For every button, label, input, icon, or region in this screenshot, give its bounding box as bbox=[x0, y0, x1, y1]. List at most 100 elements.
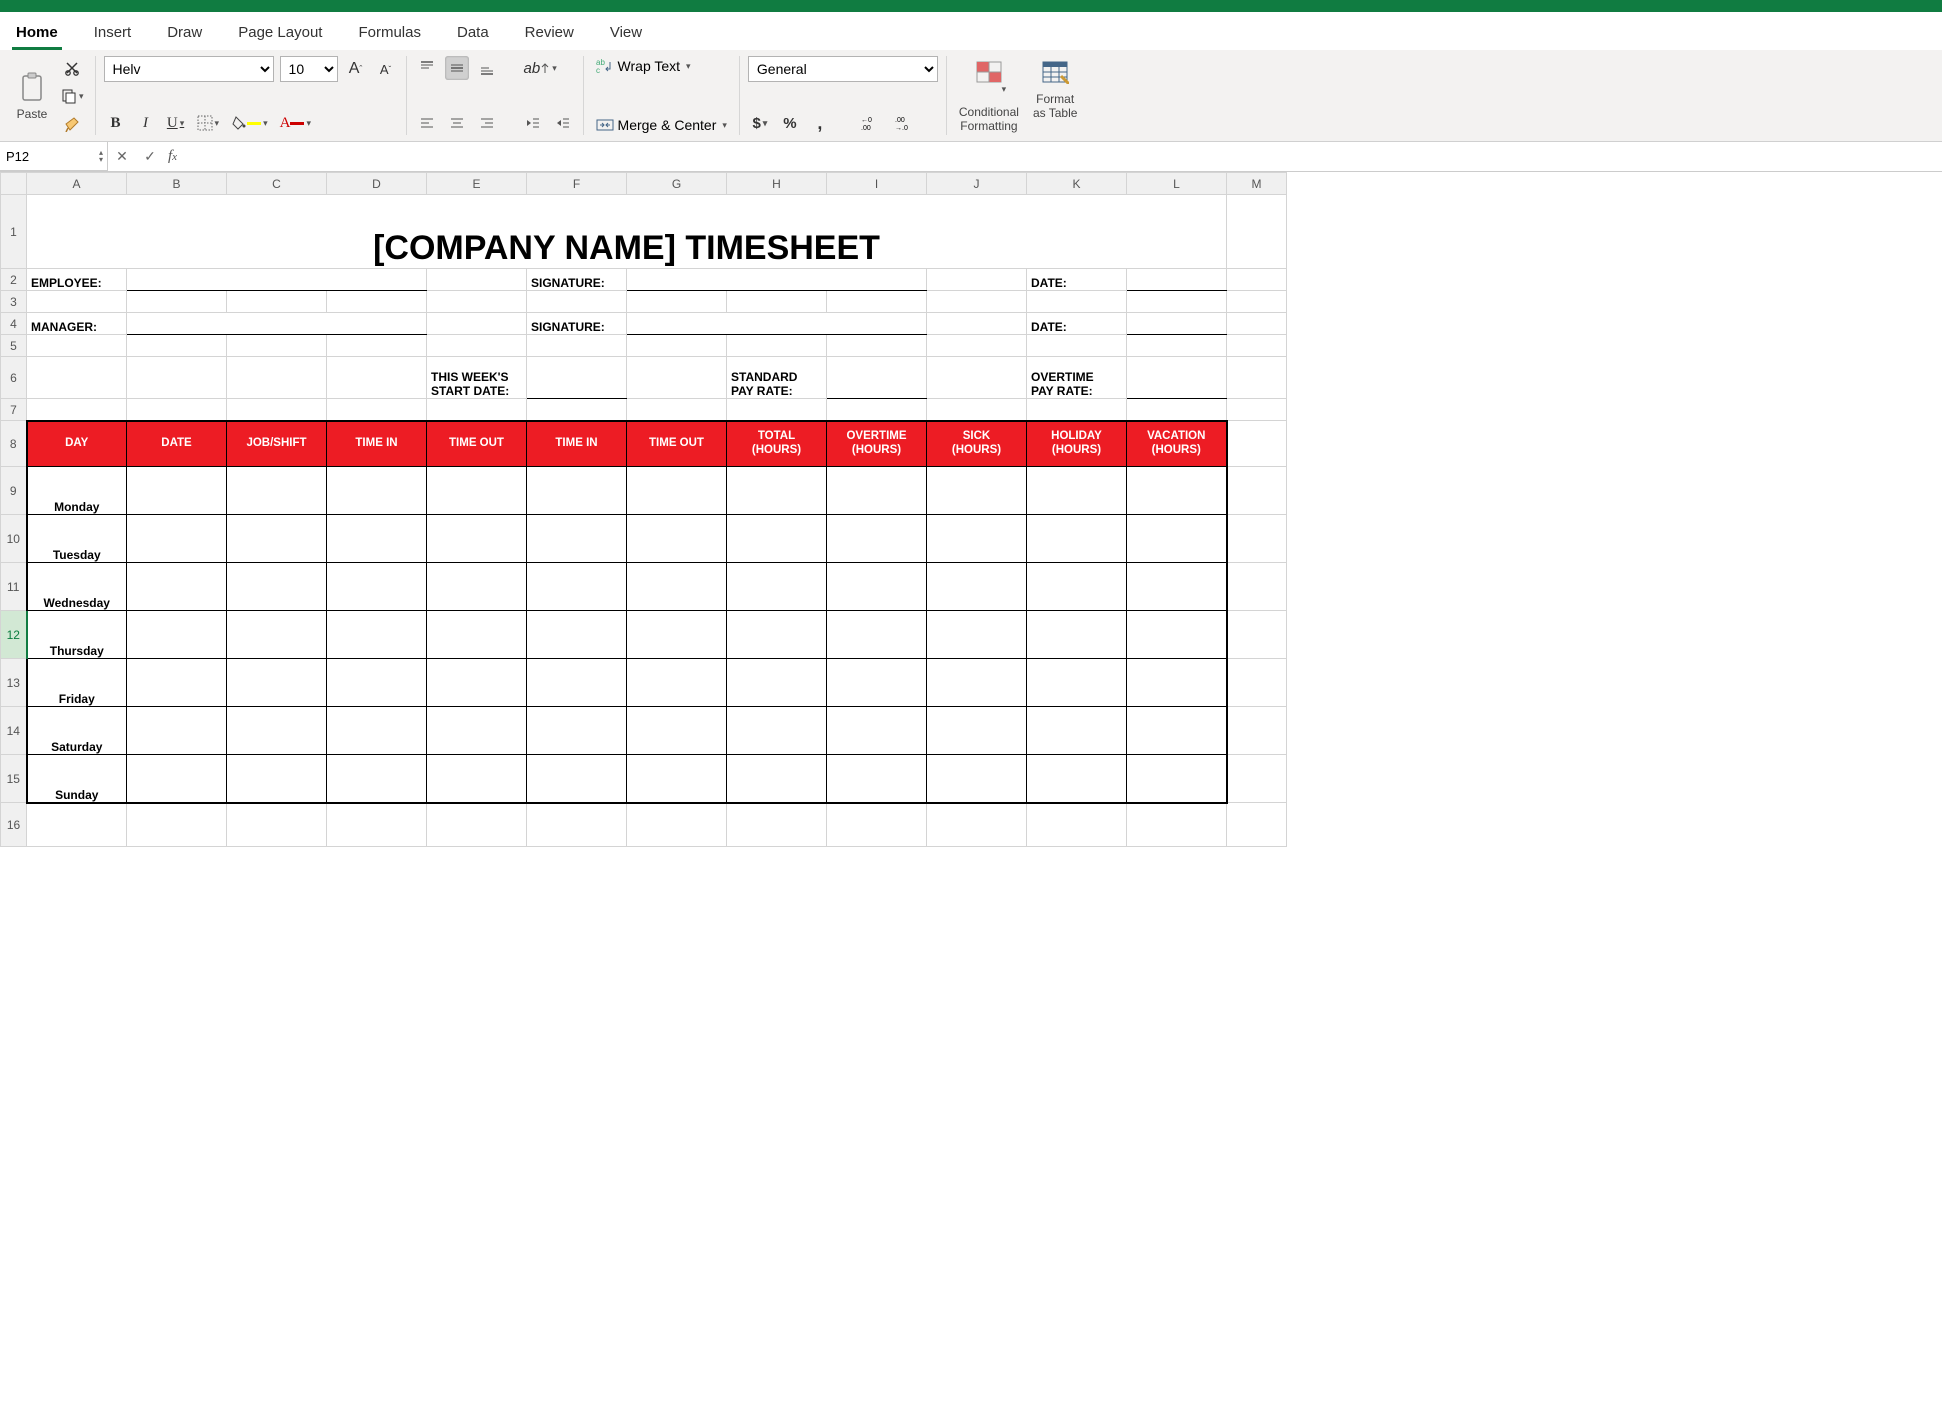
cell-r11-c6[interactable] bbox=[627, 563, 727, 611]
cell-r12-c6[interactable] bbox=[627, 611, 727, 659]
cell-r14-c11[interactable] bbox=[1127, 707, 1227, 755]
cell-r15-c1[interactable] bbox=[127, 755, 227, 803]
tab-draw[interactable]: Draw bbox=[163, 20, 206, 50]
cell-r3-4[interactable] bbox=[427, 291, 527, 313]
cell-J6[interactable] bbox=[927, 357, 1027, 399]
cell-employee-value[interactable] bbox=[127, 269, 427, 291]
cell-r7-9[interactable] bbox=[927, 399, 1027, 421]
cell-signature-value-2[interactable] bbox=[627, 313, 927, 335]
cell-r16-3[interactable] bbox=[327, 803, 427, 847]
col-header-J[interactable]: J bbox=[927, 173, 1027, 195]
cell-r7-8[interactable] bbox=[827, 399, 927, 421]
cell-week-start-label[interactable]: THIS WEEK'SSTART DATE: bbox=[427, 357, 527, 399]
format-as-table-button[interactable]: Format as Table bbox=[1029, 56, 1081, 120]
cell-r14-c1[interactable] bbox=[127, 707, 227, 755]
cell-day-Saturday[interactable]: Saturday bbox=[27, 707, 127, 755]
enter-formula-icon[interactable]: ✓ bbox=[136, 148, 164, 165]
cell-r13-c11[interactable] bbox=[1127, 659, 1227, 707]
cell-r16-11[interactable] bbox=[1127, 803, 1227, 847]
col-header-G[interactable]: G bbox=[627, 173, 727, 195]
increase-indent-icon[interactable] bbox=[551, 111, 575, 135]
conditional-formatting-button[interactable]: ▾ Conditional Formatting bbox=[955, 56, 1023, 133]
col-header-H[interactable]: H bbox=[727, 173, 827, 195]
cell-r15-c6[interactable] bbox=[627, 755, 727, 803]
cell-r16-6[interactable] bbox=[627, 803, 727, 847]
cell-manager-label[interactable]: MANAGER: bbox=[27, 313, 127, 335]
cell-r3-0[interactable] bbox=[27, 291, 127, 313]
cell-date-label-1[interactable]: DATE: bbox=[1027, 269, 1127, 291]
tab-view[interactable]: View bbox=[606, 20, 646, 50]
cell-r14-c6[interactable] bbox=[627, 707, 727, 755]
cell-r15-c2[interactable] bbox=[227, 755, 327, 803]
select-all-corner[interactable] bbox=[1, 173, 27, 195]
cell-r3-2[interactable] bbox=[227, 291, 327, 313]
cell-r5-4[interactable] bbox=[427, 335, 527, 357]
cell-r12-c3[interactable] bbox=[327, 611, 427, 659]
cell-G6[interactable] bbox=[627, 357, 727, 399]
cell-r12-c11[interactable] bbox=[1127, 611, 1227, 659]
tab-formulas[interactable]: Formulas bbox=[354, 20, 425, 50]
cell-r11-c4[interactable] bbox=[427, 563, 527, 611]
copy-icon[interactable]: ▾ bbox=[58, 84, 87, 108]
row-header-9[interactable]: 9 bbox=[1, 467, 27, 515]
cell-r3-12[interactable] bbox=[1227, 291, 1287, 313]
cell-r6-3[interactable] bbox=[327, 357, 427, 399]
cell-r11-c2[interactable] bbox=[227, 563, 327, 611]
orientation-button[interactable]: ab▾ bbox=[521, 56, 560, 80]
cell-r11-c10[interactable] bbox=[1027, 563, 1127, 611]
borders-button[interactable]: ▾ bbox=[194, 111, 223, 135]
cell-r5-3[interactable] bbox=[327, 335, 427, 357]
table-header-8[interactable]: OVERTIME(HOURS) bbox=[827, 421, 927, 467]
cell-day-Friday[interactable]: Friday bbox=[27, 659, 127, 707]
cell-r3-3[interactable] bbox=[327, 291, 427, 313]
comma-button[interactable]: , bbox=[808, 111, 832, 135]
cell-r12-c5[interactable] bbox=[527, 611, 627, 659]
cell-r14-c3[interactable] bbox=[327, 707, 427, 755]
cell-r10-c8[interactable] bbox=[827, 515, 927, 563]
cell-r15-c3[interactable] bbox=[327, 755, 427, 803]
tab-page-layout[interactable]: Page Layout bbox=[234, 20, 326, 50]
cell-r11-c8[interactable] bbox=[827, 563, 927, 611]
decrease-font-icon[interactable]: Aˇ bbox=[374, 57, 398, 81]
cell-M10[interactable] bbox=[1227, 515, 1287, 563]
cell-std-rate-value[interactable] bbox=[827, 357, 927, 399]
cell-r15-c10[interactable] bbox=[1027, 755, 1127, 803]
cell-M13[interactable] bbox=[1227, 659, 1287, 707]
cell-r16-7[interactable] bbox=[727, 803, 827, 847]
cell-r9-c5[interactable] bbox=[527, 467, 627, 515]
cell-ot-rate-value[interactable] bbox=[1127, 357, 1227, 399]
cell-r15-c7[interactable] bbox=[727, 755, 827, 803]
cell-M8[interactable] bbox=[1227, 421, 1287, 467]
row-header-10[interactable]: 10 bbox=[1, 515, 27, 563]
cell-J4[interactable] bbox=[927, 313, 1027, 335]
cell-r15-c9[interactable] bbox=[927, 755, 1027, 803]
cell-J2[interactable] bbox=[927, 269, 1027, 291]
cell-r12-c7[interactable] bbox=[727, 611, 827, 659]
table-header-10[interactable]: HOLIDAY(HOURS) bbox=[1027, 421, 1127, 467]
cell-r12-c8[interactable] bbox=[827, 611, 927, 659]
align-middle-icon[interactable] bbox=[445, 56, 469, 80]
table-header-3[interactable]: TIME IN bbox=[327, 421, 427, 467]
cell-r13-c10[interactable] bbox=[1027, 659, 1127, 707]
row-header-1[interactable]: 1 bbox=[1, 195, 27, 269]
cell-r7-4[interactable] bbox=[427, 399, 527, 421]
cell-r12-c2[interactable] bbox=[227, 611, 327, 659]
cell-r12-c4[interactable] bbox=[427, 611, 527, 659]
cell-r9-c2[interactable] bbox=[227, 467, 327, 515]
cell-r6-0[interactable] bbox=[27, 357, 127, 399]
cell-r13-c3[interactable] bbox=[327, 659, 427, 707]
cell-r10-c11[interactable] bbox=[1127, 515, 1227, 563]
cell-r5-1[interactable] bbox=[127, 335, 227, 357]
cell-r10-c1[interactable] bbox=[127, 515, 227, 563]
align-left-icon[interactable] bbox=[415, 111, 439, 135]
cell-r5-6[interactable] bbox=[627, 335, 727, 357]
merge-center-button[interactable]: Merge & Center▾ bbox=[592, 115, 731, 135]
align-right-icon[interactable] bbox=[475, 111, 499, 135]
cell-r5-11[interactable] bbox=[1127, 335, 1227, 357]
cell-r15-c11[interactable] bbox=[1127, 755, 1227, 803]
cell-r7-0[interactable] bbox=[27, 399, 127, 421]
cell-r11-c9[interactable] bbox=[927, 563, 1027, 611]
formula-input[interactable] bbox=[181, 142, 1942, 171]
cell-day-Tuesday[interactable]: Tuesday bbox=[27, 515, 127, 563]
cell-r9-c8[interactable] bbox=[827, 467, 927, 515]
